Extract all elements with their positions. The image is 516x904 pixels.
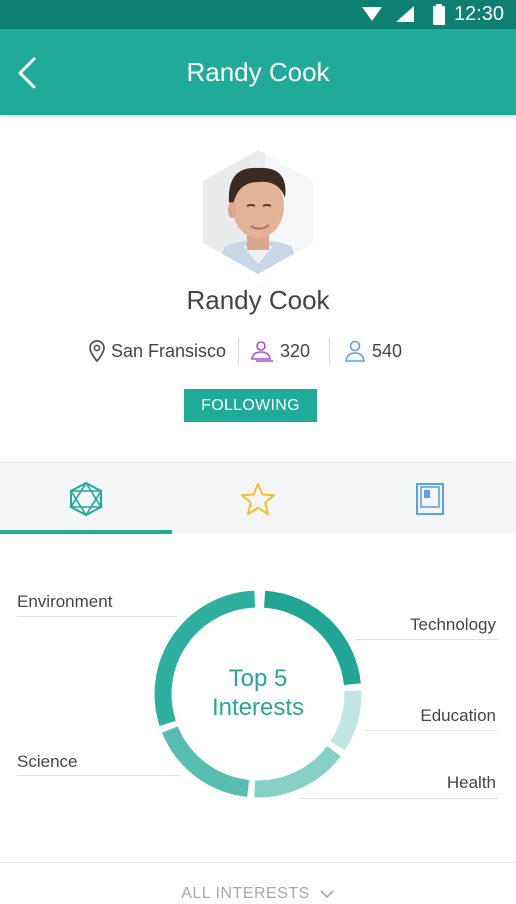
interest-label-education: Education bbox=[420, 706, 496, 725]
followers-stat[interactable]: 320 bbox=[249, 336, 310, 366]
tab-favorites[interactable] bbox=[172, 463, 344, 535]
profile-tabs bbox=[0, 462, 516, 534]
group-icon bbox=[251, 341, 273, 362]
book-icon bbox=[416, 483, 444, 515]
tab-interests[interactable] bbox=[0, 463, 172, 535]
signal-icon bbox=[396, 6, 414, 22]
all-interests-label: ALL INTERESTS bbox=[181, 885, 310, 902]
chevron-down-icon bbox=[320, 890, 334, 898]
interest-label-environment: Environment bbox=[17, 592, 113, 611]
hexagon-network-icon bbox=[69, 481, 103, 517]
followers-count: 320 bbox=[280, 340, 311, 361]
status-time: 12:30 bbox=[453, 3, 504, 25]
profile-stats: San Fransisco 320 540 bbox=[0, 336, 516, 366]
interest-leader-line bbox=[355, 639, 498, 640]
donut-label-line1: Top 5 bbox=[228, 665, 288, 692]
bottom-divider bbox=[0, 862, 516, 863]
interest-label-science: Science bbox=[17, 752, 78, 771]
donut-segment-science bbox=[162, 726, 250, 797]
all-interests-button[interactable]: ALL INTERESTS bbox=[0, 885, 516, 903]
following-stat[interactable]: 540 bbox=[343, 336, 402, 366]
page-title: Randy Cook bbox=[186, 57, 330, 87]
person-icon bbox=[345, 340, 365, 362]
location-pin-icon bbox=[89, 340, 105, 363]
following-button[interactable]: FOLLOWING bbox=[184, 389, 317, 422]
tab-library[interactable] bbox=[344, 463, 516, 535]
following-count: 540 bbox=[372, 340, 403, 361]
donut-center-label: Top 5 Interests bbox=[168, 664, 348, 722]
location-text: San Fransisco bbox=[111, 340, 227, 361]
interest-leader-line bbox=[365, 730, 498, 731]
stats-divider bbox=[329, 338, 330, 364]
donut-label-line2: Interests bbox=[211, 694, 305, 721]
app-bar: Randy Cook bbox=[0, 29, 516, 115]
star-icon bbox=[241, 483, 275, 515]
interest-label-health: Health bbox=[446, 773, 496, 792]
location-stat: San Fransisco bbox=[88, 336, 226, 366]
avatar bbox=[203, 150, 313, 274]
interest-label-technology: Technology bbox=[409, 615, 496, 634]
active-tab-indicator bbox=[0, 530, 172, 534]
battery-icon bbox=[433, 4, 445, 25]
profile-name: Randy Cook bbox=[186, 285, 330, 315]
wifi-icon bbox=[362, 7, 382, 21]
donut-segment-health bbox=[254, 745, 341, 798]
stats-divider bbox=[238, 338, 239, 364]
status-bar: 12:30 bbox=[0, 0, 516, 29]
